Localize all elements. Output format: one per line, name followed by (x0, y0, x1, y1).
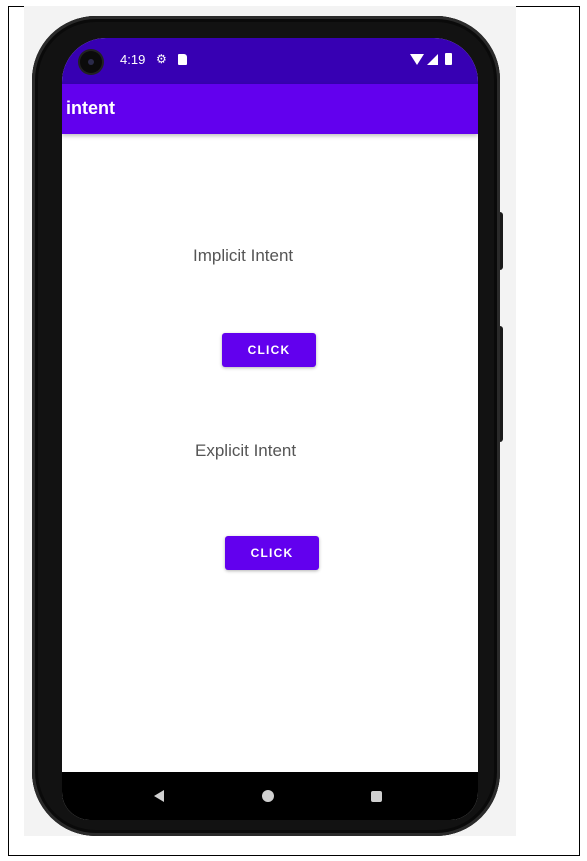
settings-gear-icon: ⚙ (156, 52, 167, 66)
status-icons (410, 53, 452, 65)
battery-icon (445, 53, 452, 65)
implicit-intent-label: Implicit Intent (193, 246, 294, 265)
phone-screen: 4:19 ⚙ intent Implicit Intent CLICK Expl… (62, 38, 478, 820)
recents-icon[interactable] (371, 791, 382, 802)
app-bar: intent (62, 84, 478, 134)
wifi-icon (410, 54, 424, 65)
back-icon[interactable] (154, 790, 164, 802)
camera-icon (80, 51, 102, 73)
home-icon[interactable] (262, 790, 274, 802)
explicit-intent-label: Explicit Intent (195, 441, 297, 460)
navigation-bar (62, 772, 478, 820)
app-title: intent (66, 98, 115, 118)
explicit-click-button[interactable]: CLICK (225, 536, 319, 570)
signal-icon (427, 54, 438, 65)
sd-card-icon (178, 54, 187, 65)
status-bar: 4:19 ⚙ (62, 38, 478, 84)
implicit-click-button[interactable]: CLICK (222, 333, 316, 367)
status-time: 4:19 (120, 52, 146, 67)
